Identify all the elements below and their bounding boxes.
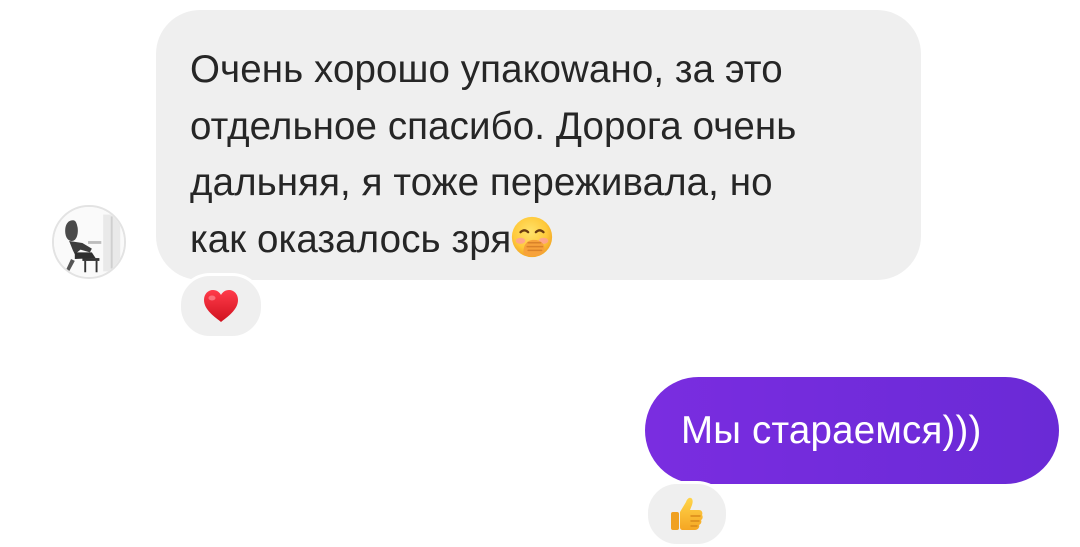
hand-over-mouth-emoji [512,216,553,257]
outgoing-message-bubble[interactable]: Мы стараемся))) [645,377,1059,484]
avatar-photo [54,207,124,277]
sender-avatar[interactable] [52,205,126,279]
incoming-message-text: Очень хорошо упакowано, за это отдельное… [190,48,797,261]
outgoing-message-text: Мы стараемся))) [681,408,982,452]
thumbs-up-reaction[interactable] [645,481,729,547]
heart-reaction[interactable] [178,273,264,339]
heart-emoji [204,290,238,322]
thumbs-up-emoji [671,497,703,530]
incoming-message-bubble[interactable]: Очень хорошо упакowано, за это отдельное… [156,10,921,280]
